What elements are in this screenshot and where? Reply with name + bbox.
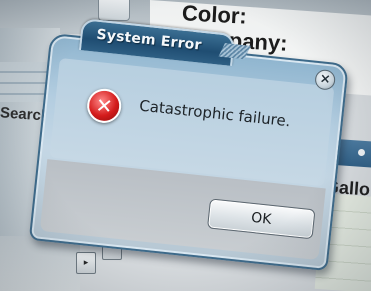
scroll-right-button[interactable]: ▸ bbox=[76, 252, 96, 274]
dialog-title: System Error bbox=[95, 26, 203, 54]
background-bottom-panel bbox=[0, 236, 80, 291]
sort-indicator-icon bbox=[358, 149, 365, 156]
background-toolbar-button[interactable] bbox=[98, 0, 130, 21]
system-error-dialog: System Error × ✕ Catastrophic failure. O… bbox=[28, 15, 351, 272]
